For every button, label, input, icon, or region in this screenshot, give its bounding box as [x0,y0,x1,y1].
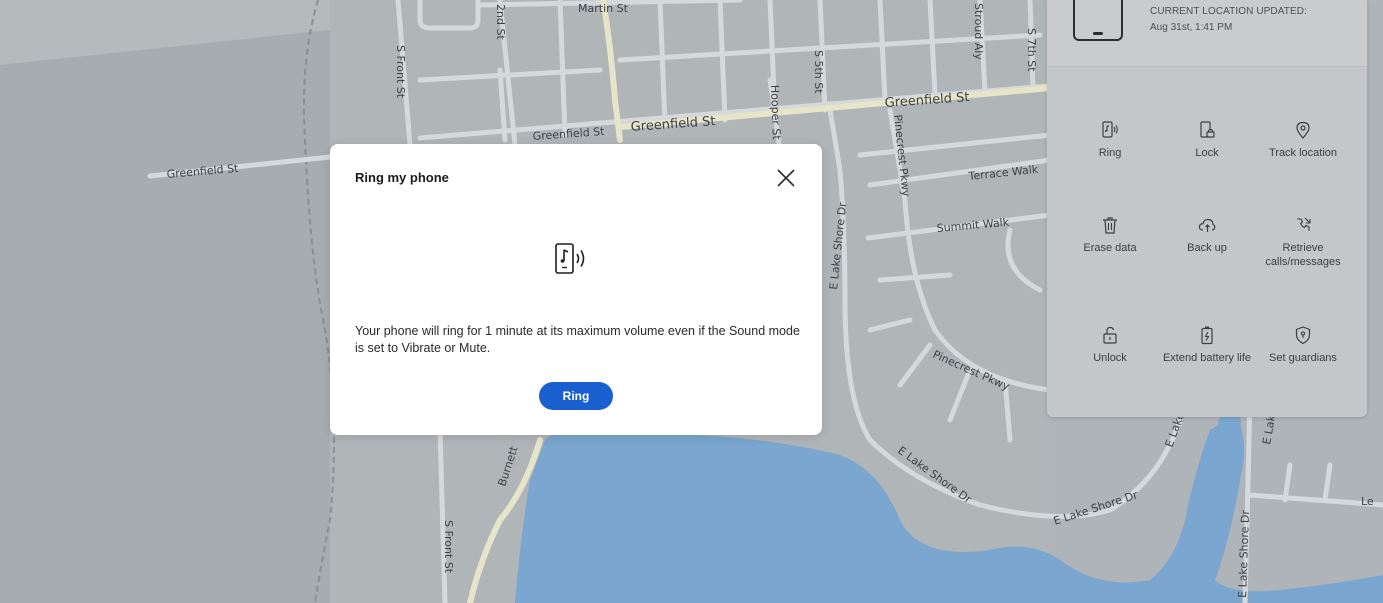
street-label-s-5th: S 5th St [812,50,825,94]
action-ring-label: Ring [1098,147,1122,159]
location-pin-icon [1296,121,1310,139]
street-label-hooper: Hooper St [768,85,783,141]
action-extend-battery[interactable]: Extend battery life [1159,325,1255,365]
action-set-guardians[interactable]: Set guardians [1255,325,1351,365]
location-updated-label: CURRENT LOCATION UPDATED: [1150,6,1307,17]
street-label-s-front-bottom: S Front St [442,520,455,574]
device-header: CURRENT LOCATION UPDATED: Aug 31st, 1:41… [1047,0,1367,67]
street-label-le: Le [1361,495,1374,508]
action-extend-battery-label: Extend battery life [1162,352,1252,364]
ring-phone-icon [1102,121,1118,138]
shield-icon [1295,326,1311,345]
map-view[interactable]: Martin St 2nd St S Front St Greenfield S… [0,0,1383,603]
trash-icon [1103,217,1117,234]
action-erase-data[interactable]: Erase data [1062,215,1158,255]
action-ring[interactable]: Ring [1062,120,1158,160]
lock-phone-icon [1200,121,1215,138]
action-unlock[interactable]: Unlock [1062,325,1158,365]
action-erase-data-label: Erase data [1083,242,1137,254]
action-track-location[interactable]: Track location [1255,120,1351,160]
location-updated-time: Aug 31st, 1:41 PM [1150,22,1233,33]
action-back-up-label: Back up [1187,242,1227,254]
action-back-up[interactable]: Back up [1159,215,1255,255]
action-track-location-label: Track location [1268,147,1338,159]
street-label-stroud: Stroud Aly [972,3,985,60]
action-lock[interactable]: Lock [1159,120,1255,160]
street-label-2nd: 2nd St [494,4,507,40]
ring-button[interactable]: Ring [539,382,613,410]
dialog-title: Ring my phone [355,170,449,185]
action-retrieve-calls-label: Retrieve calls/messages [1265,242,1341,268]
phone-device-icon [1073,0,1123,41]
ring-my-phone-dialog: Ring my phone Your phone will ring for 1… [330,144,822,435]
action-retrieve-calls[interactable]: Retrieve calls/messages [1255,215,1351,269]
retrieve-calls-icon [1297,217,1311,231]
ring-phone-icon [555,243,585,274]
dialog-message: Your phone will ring for 1 minute at its… [355,324,800,355]
action-unlock-label: Unlock [1093,352,1127,364]
device-action-panel: CURRENT LOCATION UPDATED: Aug 31st, 1:41… [1047,0,1367,417]
action-set-guardians-label: Set guardians [1269,352,1337,364]
street-label-s-front-top: S Front St [394,45,407,99]
battery-icon [1201,326,1213,345]
action-lock-label: Lock [1195,147,1219,159]
street-label-martin: Martin St [578,2,629,15]
cloud-backup-icon [1198,218,1216,232]
street-label-s-7th: S 7th St [1025,28,1038,72]
unlock-icon [1103,326,1117,344]
close-icon[interactable] [774,166,798,190]
